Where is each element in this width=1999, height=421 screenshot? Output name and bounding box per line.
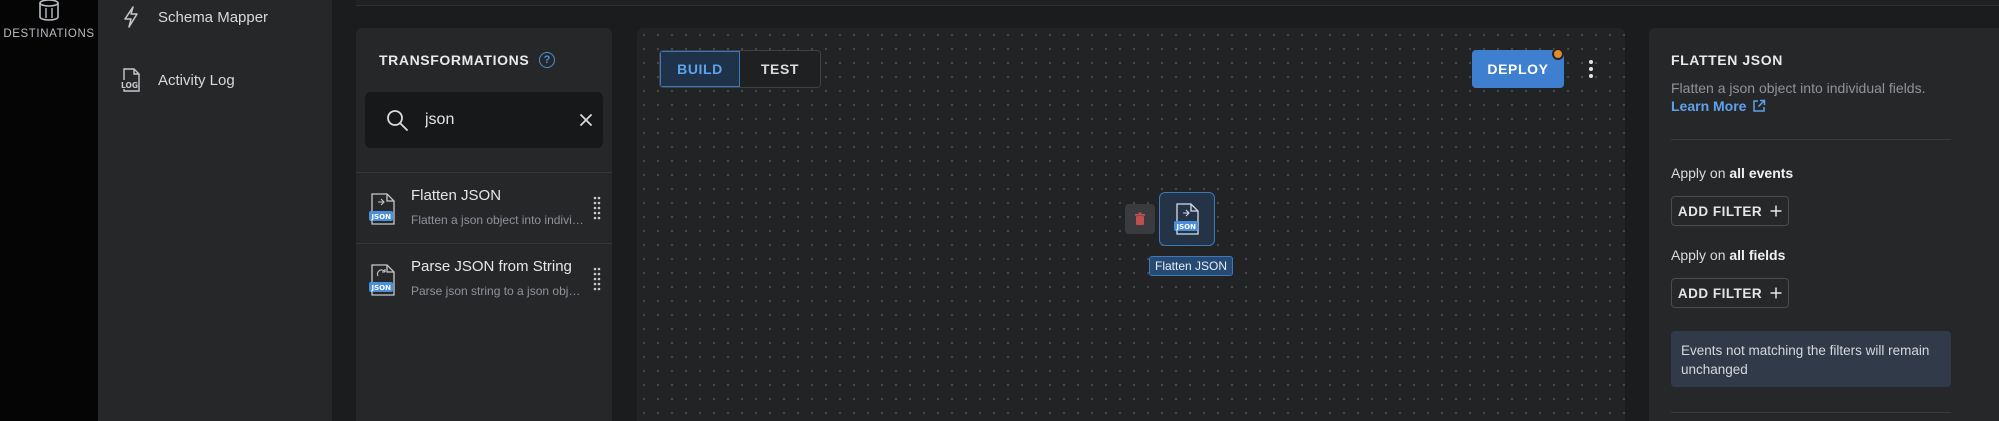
tab-build[interactable]: BUILD (660, 51, 740, 87)
details-description: Flatten a json object into individual fi… (1671, 80, 1926, 96)
transformation-description: Parse json string to a json object. (411, 284, 586, 298)
close-icon[interactable] (577, 111, 595, 129)
nav-item-label: Activity Log (158, 71, 235, 89)
nav-item-schema-mapper[interactable]: Schema Mapper (118, 2, 268, 32)
transformation-name: Flatten JSON (411, 187, 502, 204)
mode-tabs: BUILD TEST (659, 50, 821, 88)
fields-scope-value: all fields (1729, 247, 1786, 263)
learn-more-text: Learn More (1671, 98, 1747, 114)
tab-test[interactable]: TEST (740, 51, 820, 87)
node-label: Flatten JSON (1149, 256, 1234, 276)
events-scope-value: all events (1729, 165, 1794, 181)
rail-item-destinations[interactable]: DESTINATIONS (0, 0, 98, 40)
app-root: DESTINATIONS Schema Mapper LOG Activity … (0, 0, 1999, 421)
pipeline-canvas[interactable]: BUILD TEST DEPLOY JSON Flatten JSON (637, 28, 1625, 421)
plus-icon (1770, 205, 1782, 217)
add-filter-label: ADD FILTER (1677, 203, 1763, 219)
details-panel: FLATTEN JSON Flatten a json object into … (1649, 28, 1999, 421)
side-nav: Schema Mapper LOG Activity Log (98, 0, 332, 421)
transformation-description: Flatten a json object into individual fi… (411, 213, 586, 227)
transformations-title: TRANSFORMATIONS ? (379, 52, 556, 68)
json-file-icon: JSON (369, 193, 395, 225)
drag-handle-icon[interactable] (593, 195, 601, 223)
add-fields-filter-button[interactable]: ADD FILTER (1671, 278, 1789, 308)
log-file-icon: LOG (118, 67, 144, 93)
drag-handle-icon[interactable] (593, 266, 601, 294)
divider (1671, 139, 1951, 140)
json-file-icon: JSON (1174, 203, 1199, 235)
trash-icon (1135, 212, 1145, 225)
delete-node-button[interactable] (1125, 204, 1155, 234)
events-scope-label: Apply on all events (1671, 165, 1793, 181)
learn-more-link[interactable]: Learn More (1671, 98, 1766, 114)
search-input[interactable] (425, 111, 555, 129)
svg-text:JSON: JSON (1176, 223, 1197, 231)
transformations-panel: TRANSFORMATIONS ? JSON Flatten JSON (356, 28, 612, 421)
filter-info-note: Events not matching the filters will rem… (1671, 331, 1951, 387)
search-box (365, 92, 603, 148)
external-link-icon (1753, 99, 1766, 112)
rail-item-label: DESTINATIONS (3, 28, 95, 40)
transformations-title-text: TRANSFORMATIONS (379, 52, 530, 68)
add-filter-label: ADD FILTER (1677, 285, 1763, 301)
left-rail: DESTINATIONS (0, 0, 98, 421)
divider (1671, 412, 1951, 413)
top-bar (356, 0, 1999, 6)
transformation-node[interactable]: JSON (1159, 192, 1215, 246)
deploy-status-dot (1552, 48, 1564, 60)
transformation-name: Parse JSON from String (411, 258, 572, 275)
transformation-item-parse-json[interactable]: JSON Parse JSON from String Parse json s… (356, 243, 612, 313)
svg-text:JSON: JSON (371, 213, 392, 221)
plus-icon (1770, 287, 1782, 299)
help-icon[interactable]: ? (539, 52, 556, 68)
svg-text:LOG: LOG (121, 81, 138, 90)
nav-item-activity-log[interactable]: LOG Activity Log (118, 65, 235, 95)
transformation-item-flatten-json[interactable]: JSON Flatten JSON Flatten a json object … (356, 172, 612, 242)
search-icon (387, 110, 408, 131)
deploy-button[interactable]: DEPLOY (1472, 50, 1564, 88)
events-scope-prefix: Apply on (1671, 165, 1730, 181)
bolt-icon (118, 4, 144, 30)
details-title: FLATTEN JSON (1671, 52, 1783, 68)
json-file-icon: JSON (369, 264, 395, 296)
nav-item-label: Schema Mapper (158, 8, 269, 26)
fields-scope-prefix: Apply on (1671, 247, 1730, 263)
add-events-filter-button[interactable]: ADD FILTER (1671, 196, 1789, 226)
fields-scope-label: Apply on all fields (1671, 247, 1785, 263)
svg-text:JSON: JSON (371, 284, 392, 292)
database-icon (39, 0, 59, 21)
more-options-icon[interactable] (1586, 58, 1596, 80)
